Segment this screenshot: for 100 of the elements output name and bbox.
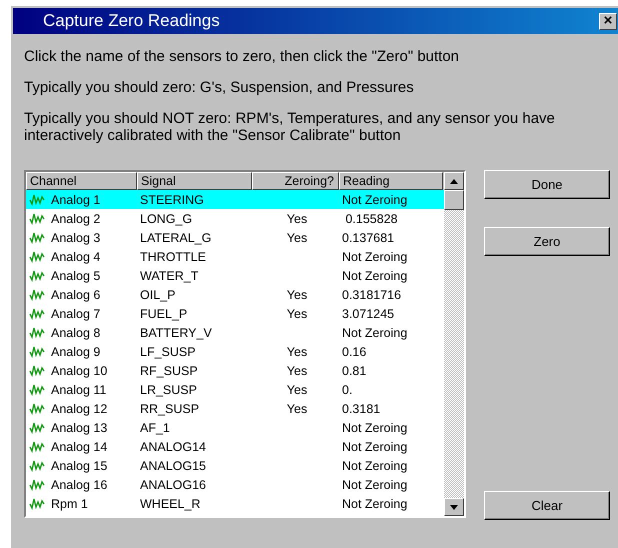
- zeroing-status: Yes: [286, 230, 308, 244]
- channel-name: Analog 10: [51, 364, 108, 378]
- table-row[interactable]: Analog 11 LR_SUSP Yes 0.: [26, 380, 444, 399]
- channel-name: Rpm 1: [51, 496, 88, 510]
- channel-name: Analog 8: [51, 326, 100, 340]
- reading-value: 0.3181716: [342, 288, 402, 302]
- signal-name: LR_SUSP: [140, 382, 197, 396]
- signal-name: LATERAL_G: [140, 230, 212, 244]
- reading-value: 0.137681: [342, 230, 394, 244]
- reading-value: Not Zeroing: [342, 192, 408, 206]
- table-row[interactable]: Analog 4 THROTTLE Not Zeroing: [26, 247, 444, 266]
- waveform-icon: [29, 346, 45, 358]
- waveform-icon: [29, 498, 45, 510]
- waveform-icon: [29, 402, 45, 414]
- signal-name: THROTTLE: [140, 250, 206, 264]
- scrollbar[interactable]: [444, 172, 464, 516]
- signal-name: ANALOG16: [140, 478, 206, 492]
- reading-value: 0.81: [342, 364, 366, 378]
- waveform-icon: [29, 326, 45, 338]
- signal-name: BATTERY_V: [140, 326, 212, 340]
- table-row[interactable]: Analog 3 LATERAL_G Yes 0.137681: [26, 228, 444, 247]
- waveform-icon: [29, 250, 45, 262]
- waveform-icon: [29, 194, 45, 206]
- instruction-text: Typically you should NOT zero: RPM's, Temperatures, and any sensor you have interactively calibrated with the "Sensor Calibrate" button: [24, 110, 556, 144]
- reading-value: 0.: [342, 382, 352, 396]
- signal-name: LONG_G: [140, 212, 192, 226]
- reading-value: 0.16: [342, 344, 366, 358]
- table-row[interactable]: Analog 5 WATER_T Not Zeroing: [26, 266, 444, 285]
- zeroing-status: Yes: [286, 288, 308, 302]
- column-header[interactable]: Channel: [26, 172, 137, 190]
- reading-value: Not Zeroing: [342, 440, 408, 454]
- table-row[interactable]: Analog 8 BATTERY_V Not Zeroing: [26, 323, 444, 342]
- table-row[interactable]: Analog 15 ANALOG15 Not Zeroing: [26, 456, 444, 475]
- reading-value: Not Zeroing: [342, 250, 408, 264]
- signal-name: STEERING: [140, 192, 204, 206]
- column-header[interactable]: Zeroing?: [252, 172, 339, 190]
- zeroing-status: Yes: [286, 364, 308, 378]
- reading-value: Not Zeroing: [342, 458, 408, 472]
- close-button[interactable]: ×: [599, 12, 617, 30]
- signal-name: RF_SUSP: [140, 364, 198, 378]
- scroll-up-button[interactable]: [444, 172, 464, 190]
- zeroing-status: Yes: [286, 212, 308, 226]
- reading-value: 3.071245: [342, 306, 394, 320]
- reading-value: Not Zeroing: [342, 478, 408, 492]
- signal-name: ANALOG14: [140, 440, 206, 454]
- reading-value: Not Zeroing: [342, 326, 408, 340]
- waveform-icon: [29, 478, 45, 490]
- down-arrow-icon: [450, 504, 458, 510]
- signal-name: RR_SUSP: [140, 402, 200, 416]
- zeroing-status: Yes: [286, 382, 308, 396]
- waveform-icon: [29, 460, 45, 472]
- channel-name: Analog 16: [51, 478, 108, 492]
- channel-name: Analog 13: [51, 420, 108, 434]
- reading-value: 0.155828: [344, 212, 398, 226]
- table-row[interactable]: Analog 12 RR_SUSP Yes 0.3181: [26, 399, 444, 418]
- table-row[interactable]: Analog 1 STEERING Not Zeroing: [26, 190, 444, 209]
- table-row[interactable]: Analog 9 LF_SUSP Yes 0.16: [26, 342, 444, 361]
- column-header[interactable]: Signal: [137, 172, 252, 190]
- scroll-thumb[interactable]: [444, 190, 464, 210]
- signal-name: ANALOG15: [140, 458, 206, 472]
- channel-name: Analog 9: [51, 344, 100, 358]
- up-arrow-icon: [450, 178, 458, 184]
- signal-name: WHEEL_R: [140, 496, 200, 510]
- channel-name: Analog 1: [51, 192, 100, 206]
- waveform-icon: [29, 308, 45, 320]
- channel-name: Analog 12: [51, 402, 108, 416]
- reading-value: Not Zeroing: [342, 496, 408, 510]
- column-header[interactable]: Reading: [339, 172, 443, 190]
- table-row[interactable]: Analog 14 ANALOG14 Not Zeroing: [26, 437, 444, 456]
- window-title: Capture Zero Readings: [42, 11, 220, 31]
- scroll-down-button[interactable]: [444, 498, 464, 516]
- waveform-icon: [29, 212, 45, 224]
- dialog-button[interactable]: Clear: [484, 491, 610, 520]
- waveform-icon: [29, 232, 45, 244]
- table-row[interactable]: Analog 7 FUEL_P Yes 3.071245: [26, 304, 444, 323]
- table-row[interactable]: Analog 13 AF_1 Not Zeroing: [26, 418, 444, 437]
- zeroing-status: Yes: [286, 402, 308, 416]
- waveform-icon: [29, 440, 45, 452]
- instruction-text: Typically you should zero: G's, Suspension, and Pressures: [24, 79, 415, 96]
- channel-name: Analog 5: [51, 268, 100, 282]
- waveform-icon: [29, 384, 45, 396]
- zeroing-status: Yes: [286, 344, 308, 358]
- waveform-icon: [29, 364, 45, 376]
- dialog-button[interactable]: Done: [484, 170, 610, 199]
- table-row[interactable]: Analog 6 OIL_P Yes 0.3181716: [26, 285, 444, 304]
- table-row[interactable]: Analog 10 RF_SUSP Yes 0.81: [26, 361, 444, 380]
- waveform-icon: [29, 288, 45, 300]
- table-row[interactable]: Rpm 1 WHEEL_R Not Zeroing: [26, 494, 444, 513]
- table-row[interactable]: Analog 16 ANALOG16 Not Zeroing: [26, 475, 444, 494]
- zeroing-status: Yes: [286, 306, 308, 320]
- channel-name: Analog 15: [51, 458, 108, 472]
- channel-name: Analog 11: [51, 382, 106, 396]
- waveform-icon: [29, 422, 45, 434]
- table-row[interactable]: Analog 2 LONG_G Yes 0.155828: [26, 209, 444, 228]
- dialog-button[interactable]: Zero: [484, 227, 610, 256]
- reading-value: 0.3181: [342, 402, 380, 416]
- signal-name: OIL_P: [140, 288, 176, 302]
- channel-name: Analog 4: [51, 250, 100, 264]
- waveform-icon: [29, 270, 45, 282]
- channel-name: Analog 6: [51, 288, 100, 302]
